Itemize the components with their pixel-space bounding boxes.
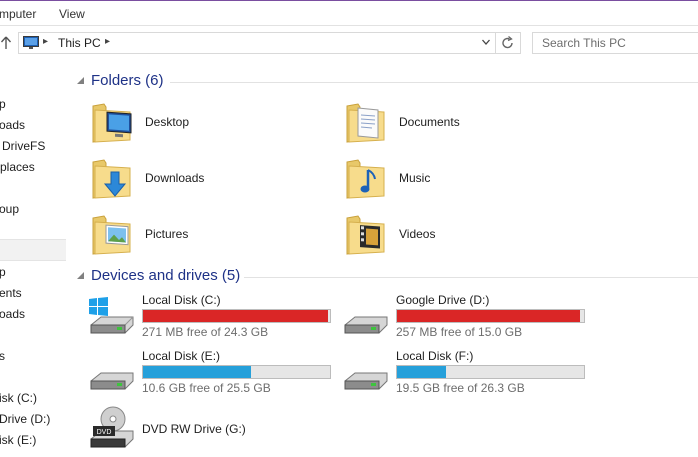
folder-label: Pictures bbox=[145, 227, 189, 241]
refresh-button[interactable] bbox=[496, 32, 521, 54]
drive-free-space: 257 MB free of 15.0 GB bbox=[396, 325, 523, 339]
folder-tile-downloads[interactable]: Downloads bbox=[90, 154, 340, 202]
nav-selected-item[interactable] bbox=[0, 239, 66, 261]
drive-tile-c[interactable]: Local Disk (C:) 271 MB free of 24.3 GB bbox=[87, 293, 337, 345]
drive-free-space: 10.6 GB free of 25.5 GB bbox=[142, 381, 271, 395]
collapse-icon[interactable] bbox=[76, 76, 85, 85]
nav-item[interactable]: ents bbox=[0, 283, 68, 303]
address-bar[interactable]: ▸ This PC ▸ bbox=[18, 32, 496, 54]
up-arrow-icon[interactable] bbox=[0, 35, 12, 51]
nav-item[interactable]: DriveFS bbox=[0, 136, 68, 156]
drive-free-space: 19.5 GB free of 26.3 GB bbox=[396, 381, 525, 395]
drive-usage-fill bbox=[143, 366, 252, 378]
drive-usage-bar bbox=[396, 365, 585, 379]
folder-tile-pictures[interactable]: Pictures bbox=[90, 210, 340, 258]
drive-tile-d[interactable]: Google Drive (D:) 257 MB free of 15.0 GB bbox=[341, 293, 591, 345]
tab-view[interactable]: View bbox=[59, 7, 85, 21]
folder-tile-videos[interactable]: Videos bbox=[344, 210, 594, 258]
tab-computer[interactable]: mputer bbox=[0, 7, 36, 21]
documents-folder-icon bbox=[346, 103, 385, 143]
hard-drive-icon bbox=[90, 372, 134, 390]
folder-label: Videos bbox=[399, 227, 436, 241]
hard-drive-icon bbox=[344, 372, 388, 390]
search-placeholder: Search This PC bbox=[542, 36, 626, 50]
folder-label: Documents bbox=[399, 115, 460, 129]
nav-item[interactable]: Drive (D:) bbox=[0, 409, 68, 429]
folder-tile-documents[interactable]: Documents bbox=[344, 98, 594, 146]
folder-tile-music[interactable]: Music bbox=[344, 154, 594, 202]
folder-label: Music bbox=[399, 171, 431, 185]
drive-name: DVD RW Drive (G:) bbox=[142, 422, 246, 436]
collapse-icon[interactable] bbox=[76, 271, 85, 280]
windows-drive-icon bbox=[89, 297, 134, 334]
refresh-icon bbox=[502, 36, 513, 49]
content-pane: Folders (6) Desktop Documents Downloads bbox=[68, 62, 698, 451]
hard-drive-icon bbox=[344, 316, 388, 334]
breadcrumb-chevron-icon[interactable]: ▸ bbox=[105, 36, 110, 47]
nav-item[interactable]: isk (E:) bbox=[0, 430, 68, 450]
nav-item[interactable]: oup bbox=[0, 199, 68, 219]
pictures-folder-icon bbox=[92, 215, 131, 255]
drive-usage-bar bbox=[396, 309, 585, 323]
chevron-down-icon[interactable] bbox=[481, 36, 491, 48]
nav-item[interactable]: places bbox=[0, 157, 68, 177]
folders-group-header[interactable]: Folders (6) bbox=[68, 71, 698, 91]
nav-item[interactable]: p bbox=[0, 94, 68, 114]
dvd-badge: DVD bbox=[97, 429, 112, 436]
group-divider bbox=[244, 277, 698, 278]
drive-usage-fill bbox=[397, 310, 581, 322]
drive-name: Local Disk (E:) bbox=[142, 349, 221, 363]
devices-group-header[interactable]: Devices and drives (5) bbox=[68, 266, 698, 286]
group-divider bbox=[170, 82, 698, 83]
drive-name: Local Disk (C:) bbox=[142, 293, 221, 307]
desktop-folder-icon bbox=[92, 103, 132, 143]
devices-group-title: Devices and drives (5) bbox=[91, 267, 241, 284]
drive-tile-f[interactable]: Local Disk (F:) 19.5 GB free of 26.3 GB bbox=[341, 349, 591, 401]
folder-label: Desktop bbox=[145, 115, 190, 129]
nav-item[interactable]: s bbox=[0, 346, 68, 366]
dvd-drive-icon: DVD bbox=[90, 406, 134, 448]
drive-usage-bar bbox=[142, 309, 331, 323]
drive-name: Local Disk (F:) bbox=[396, 349, 474, 363]
navigation-pane: p oads DriveFS places oup p ents oads s … bbox=[0, 62, 68, 451]
drive-usage-bar bbox=[142, 365, 331, 379]
drive-free-space: 271 MB free of 24.3 GB bbox=[142, 325, 269, 339]
music-folder-icon bbox=[346, 159, 385, 199]
ribbon-tabs: mputer View bbox=[0, 1, 698, 26]
breadcrumb-this-pc[interactable]: This PC bbox=[58, 36, 101, 50]
drive-usage-fill bbox=[397, 366, 446, 378]
folders-group-title: Folders (6) bbox=[91, 72, 164, 89]
computer-icon bbox=[23, 36, 39, 49]
breadcrumb-separator-icon[interactable]: ▸ bbox=[43, 36, 48, 47]
drive-name: Google Drive (D:) bbox=[396, 293, 490, 307]
folder-tile-desktop[interactable]: Desktop bbox=[90, 98, 340, 146]
nav-item[interactable]: isk (C:) bbox=[0, 388, 68, 408]
folder-label: Downloads bbox=[145, 171, 205, 185]
search-input[interactable]: Search This PC bbox=[532, 32, 698, 54]
drive-tile-g[interactable]: DVD DVD RW Drive (G:) bbox=[87, 405, 337, 457]
nav-item[interactable]: oads bbox=[0, 304, 68, 324]
drive-usage-fill bbox=[143, 310, 329, 322]
videos-folder-icon bbox=[346, 215, 385, 255]
nav-item[interactable]: oads bbox=[0, 115, 68, 135]
downloads-folder-icon bbox=[92, 159, 131, 199]
nav-item[interactable]: p bbox=[0, 262, 68, 282]
drive-tile-e[interactable]: Local Disk (E:) 10.6 GB free of 25.5 GB bbox=[87, 349, 337, 401]
